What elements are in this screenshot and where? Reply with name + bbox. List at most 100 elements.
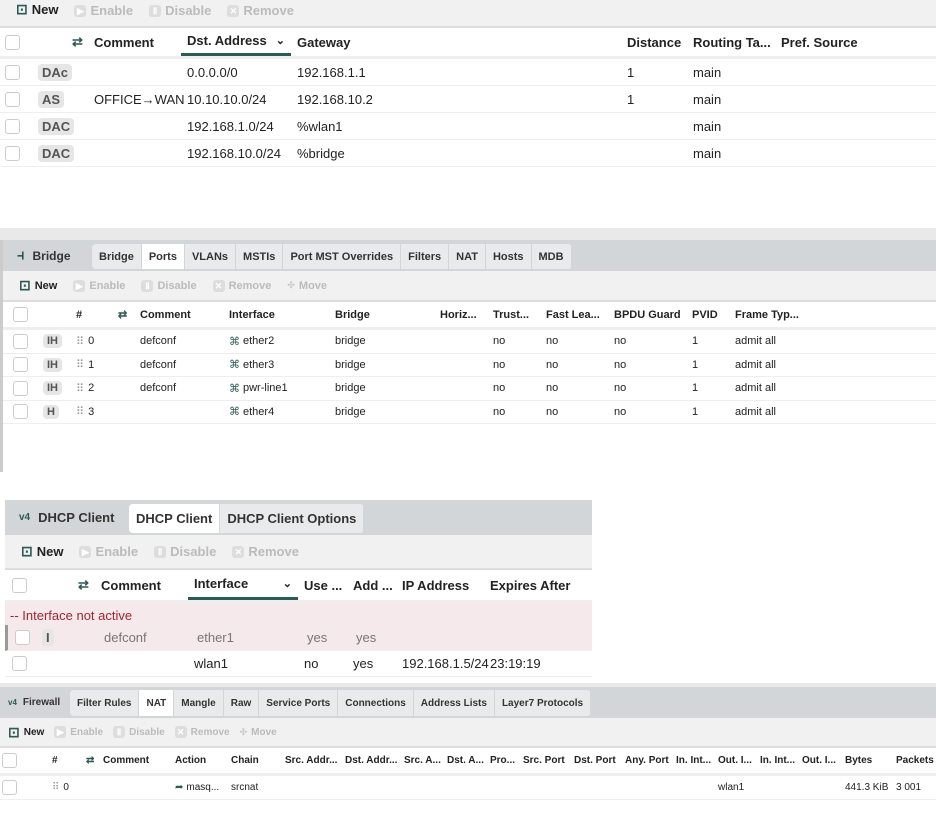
column-header[interactable]: # <box>52 748 58 773</box>
row-checkbox[interactable] <box>5 145 20 161</box>
remove-button[interactable]: ✕ Remove <box>212 279 271 292</box>
cell[interactable] <box>5 140 20 166</box>
row-checkbox[interactable] <box>13 404 28 420</box>
chevron-down-icon[interactable]: ⌄ <box>276 34 285 47</box>
row-checkbox[interactable] <box>12 656 27 671</box>
cell[interactable] <box>5 86 20 112</box>
row-checkbox[interactable] <box>15 630 30 645</box>
column-header[interactable]: Dst. Port <box>574 748 616 773</box>
table-row[interactable]: AS OFFICE→WAN 10.10.10.0/24 192.168.10.2 1 ma… <box>0 86 936 113</box>
row-checkbox[interactable] <box>5 64 20 80</box>
disable-button[interactable]: Ⅱ Disable <box>154 544 216 559</box>
tab-nat[interactable]: NAT <box>449 244 486 269</box>
table-row[interactable]: IH ⠿ 2 defconf ⌘ pwr-line1 bridge no no no 1 admi… <box>3 377 936 401</box>
column-header[interactable]: Pro... <box>490 748 515 773</box>
chevron-down-icon[interactable]: ⌄ <box>283 577 292 590</box>
table-row[interactable]: wlan1 no yes 192.168.1.5/24 23:19:19 <box>5 651 592 677</box>
tab-layer7-protocols[interactable]: Layer7 Protocols <box>495 690 592 716</box>
move-button[interactable]: ✣ Move <box>240 727 277 738</box>
move-button[interactable]: ✣ Move <box>287 280 327 292</box>
tab-mdb[interactable]: MDB <box>532 244 572 269</box>
column-header[interactable]: Bytes <box>845 748 872 773</box>
column-header[interactable]: Chain <box>231 748 259 773</box>
column-header[interactable]: Dst. A... <box>447 748 484 773</box>
remove-button[interactable]: ✕ Remove <box>227 3 294 18</box>
column-header[interactable]: Src. Addr... <box>285 748 337 773</box>
row-checkbox[interactable] <box>5 91 20 107</box>
tab-filter-rules[interactable]: Filter Rules <box>70 690 140 716</box>
column-header[interactable]: In. Int... <box>676 748 711 773</box>
column-header[interactable]: Horiz... <box>440 302 477 327</box>
column-header[interactable]: Out. I... <box>718 748 752 773</box>
row-checkbox[interactable] <box>13 333 28 349</box>
column-header[interactable]: Src. Port <box>523 748 565 773</box>
column-header[interactable]: # <box>76 302 82 327</box>
table-row[interactable]: DAC 192.168.1.0/24 %wlan1 main <box>0 113 936 140</box>
cell[interactable] <box>15 625 30 650</box>
column-header[interactable]: Dst. Address ⌄ <box>181 28 291 56</box>
cell[interactable] <box>13 330 28 353</box>
tab-hosts[interactable]: Hosts <box>486 244 532 269</box>
disable-button[interactable]: Ⅱ Disable <box>113 726 165 738</box>
column-header[interactable]: PVID <box>692 302 718 327</box>
column-header[interactable]: Fast Lea... <box>546 302 600 327</box>
cell[interactable] <box>13 401 28 424</box>
column-header[interactable]: Src. A... <box>404 748 441 773</box>
tab-connections[interactable]: Connections <box>338 690 414 716</box>
column-header[interactable]: BPDU Guard <box>614 302 681 327</box>
column-header[interactable]: Routing Ta... <box>693 28 771 56</box>
drag-handle-icon[interactable]: ⠿ <box>76 405 84 418</box>
select-all-checkbox[interactable] <box>12 570 27 600</box>
tab-mangle[interactable]: Mangle <box>174 690 224 716</box>
tab-address-lists[interactable]: Address Lists <box>414 690 495 716</box>
column-header[interactable]: Trust... <box>493 302 529 327</box>
tab-mstis[interactable]: MSTIs <box>236 244 284 269</box>
column-header[interactable]: Comment <box>103 748 149 773</box>
cell[interactable] <box>13 377 28 400</box>
disable-button[interactable]: Ⅱ Disable <box>149 3 211 18</box>
drag-handle-icon[interactable]: ⠿ <box>76 335 84 348</box>
column-header[interactable]: Any. Port <box>625 748 669 773</box>
table-row[interactable]: ⠿ 0 ➦ masq... srcnat wlan1 441.3 KiB 3 001 <box>0 776 936 800</box>
cell[interactable] <box>2 776 17 799</box>
column-header[interactable]: Action <box>175 748 206 773</box>
cell[interactable] <box>5 113 20 139</box>
column-header[interactable]: Use ... <box>304 570 342 600</box>
column-header[interactable]: Gateway <box>297 28 350 56</box>
enable-button[interactable]: ▶ Enable <box>54 726 103 738</box>
column-header[interactable]: Add ... <box>353 570 393 600</box>
new-button[interactable]: ⊡ New <box>19 277 57 294</box>
table-row[interactable]: IH ⠿ 1 defconf ⌘ ether3 bridge no no no 1 admit a… <box>3 354 936 377</box>
tab-ports[interactable]: Ports <box>141 244 185 269</box>
enable-button[interactable]: ▶ Enable <box>73 279 125 292</box>
cell[interactable] <box>5 59 20 85</box>
tab-vlans[interactable]: VLANs <box>185 244 237 269</box>
tab-nat[interactable]: NAT <box>139 690 175 716</box>
cell[interactable] <box>13 354 28 377</box>
enable-button[interactable]: ▶ Enable <box>79 544 138 559</box>
drag-handle-icon[interactable]: ⠿ <box>52 782 59 793</box>
column-header[interactable]: Comment <box>140 302 191 327</box>
row-checkbox[interactable] <box>13 357 28 373</box>
disable-button[interactable]: Ⅱ Disable <box>141 279 197 292</box>
tab-dhcp-client[interactable]: DHCP Client <box>129 504 221 533</box>
drag-handle-icon[interactable]: ⠿ <box>76 382 84 395</box>
tab-bridge[interactable]: Bridge <box>92 244 142 269</box>
column-header[interactable]: Dst. Addr... <box>345 748 397 773</box>
column-header[interactable]: Packets <box>896 748 934 773</box>
checkbox[interactable] <box>12 577 27 593</box>
new-button[interactable]: ⊡ New <box>21 543 63 560</box>
checkbox[interactable] <box>2 753 17 768</box>
column-header[interactable]: Out. I... <box>802 748 836 773</box>
table-row[interactable]: DAc 0.0.0.0/0 192.168.1.1 1 main <box>0 59 936 86</box>
column-header[interactable]: Distance <box>627 28 681 56</box>
tab-port-mst-overrides[interactable]: Port MST Overrides <box>283 244 402 269</box>
row-checkbox[interactable] <box>5 118 20 134</box>
row-checkbox[interactable] <box>13 380 28 396</box>
column-header[interactable]: Bridge <box>335 302 370 327</box>
tab-filters[interactable]: Filters <box>401 244 450 269</box>
column-header[interactable]: Interface <box>229 302 275 327</box>
new-button[interactable]: ⊡ New <box>16 1 58 18</box>
select-all-checkbox[interactable] <box>5 28 20 56</box>
column-header[interactable]: In. Int... <box>760 748 795 773</box>
